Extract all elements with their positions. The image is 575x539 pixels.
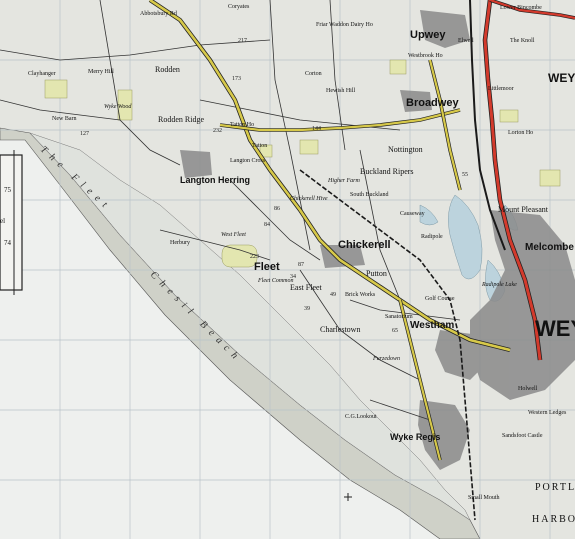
label-rodden-ridge: Rodden Ridge	[158, 115, 204, 124]
label-west-fleet: West Fleet	[221, 232, 246, 238]
label-wyke-regis: Wyke Regis	[390, 432, 440, 442]
label-friar-waddon: Friar Waddon Dairy Ho	[316, 22, 373, 28]
label-corton: Corton	[305, 71, 322, 77]
label-new-barn: New Barn	[52, 116, 77, 122]
label-holwell: Holwell	[518, 386, 538, 392]
label-coastguard: C.G.Lookout	[345, 414, 377, 420]
label-westbrook: Westbrook Ho	[408, 53, 443, 59]
grid-value-74: 74	[4, 239, 12, 247]
spot-height: 39	[304, 306, 310, 312]
label-westham: Westham	[410, 320, 454, 331]
label-east-fleet: East Fleet	[290, 283, 323, 292]
grid-value-75: 75	[4, 186, 12, 194]
label-langton-herring: Langton Herring	[180, 175, 250, 185]
label-south-buckland: South Buckland	[350, 192, 389, 198]
label-lower-bincombe: Lower Bincombe	[500, 5, 542, 11]
label-small-mouth: Small Mouth	[468, 495, 500, 501]
label-upwey: Upwey	[410, 29, 446, 41]
label-chickerell-hive: Chickerell Hive	[290, 196, 328, 202]
tick-label: el	[0, 217, 5, 225]
spot-height: 223	[250, 254, 259, 260]
label-mount-pleasant: Mount Pleasant	[498, 205, 549, 214]
label-golf-course: Golf Course	[425, 295, 455, 302]
label-causeway: Causeway	[400, 211, 425, 217]
label-weymouth: WEY	[535, 316, 575, 341]
label-tatton-ho: Tatton Ho	[230, 122, 254, 128]
spot-height: 127	[80, 131, 89, 137]
spot-height: 232	[213, 128, 222, 134]
label-broadwey: Broadwey	[406, 97, 459, 109]
spot-height: 173	[232, 76, 241, 82]
spot-height: 65	[392, 328, 398, 334]
label-coryates: Coryates	[228, 4, 250, 10]
label-melcombe-regis: Melcombe Regis	[525, 242, 575, 253]
label-brick-works: Brick Works	[345, 292, 376, 298]
spot-height: 84	[264, 222, 270, 228]
spot-height: 86	[274, 206, 280, 212]
ordnance-survey-map[interactable]: 75 74 el WEY WEY Chickerell Fleet East F…	[0, 0, 575, 539]
label-radipole: Radipole	[421, 234, 443, 240]
label-sandsfoot-castle: Sandsfoot Castle	[502, 432, 543, 439]
label-western-ledges: Western Ledges	[528, 410, 567, 416]
label-sanatorium: Sanatorium	[385, 314, 413, 320]
label-harbour: HARBOU	[532, 514, 575, 525]
spot-height: 49	[330, 292, 336, 298]
label-fleet-common: Fleet Common	[257, 278, 294, 284]
label-littlemoor: Littlemoor	[488, 86, 514, 92]
spot-height: 87	[298, 262, 304, 268]
label-portland: PORTLA	[535, 482, 575, 493]
label-merry-hill: Merry Hill	[88, 69, 114, 75]
spot-height: 217	[238, 38, 247, 44]
label-clayhanger: Clayhanger	[28, 71, 56, 77]
left-margin-legend: 75 74 el	[0, 150, 23, 295]
spot-height: 55	[462, 172, 468, 178]
label-langton-cross: Langton Cross	[230, 158, 266, 164]
label-nottington: Nottington	[388, 145, 423, 154]
label-weymouth-north: WEY	[548, 71, 575, 85]
label-buckland-ripers: Buckland Ripers	[360, 167, 414, 176]
label-the-knoll: The Knoll	[510, 38, 535, 44]
label-higher-farm: Higher Farm	[327, 178, 360, 184]
spot-height: 34	[290, 274, 296, 280]
label-hewish-hill: Hewish Hill	[326, 88, 355, 94]
label-chickerell: Chickerell	[338, 239, 391, 251]
label-radipole-lake: Radipole Lake	[481, 282, 517, 288]
label-herbury: Herbury	[170, 240, 190, 246]
label-rodden: Rodden	[155, 65, 180, 74]
spot-height: 144	[312, 126, 321, 132]
label-furzedown: Furzedown	[372, 356, 400, 362]
label-elwell: Elwell	[458, 38, 474, 44]
label-fleet: Fleet	[254, 261, 280, 273]
label-charlestown: Charlestown	[320, 325, 360, 334]
label-lorton: Lorton Ho	[508, 130, 533, 136]
label-putton: Putton	[366, 269, 387, 278]
label-wyke-wood: Wyke Wood	[104, 104, 132, 110]
label-abbotsbury-rd: Abbotsbury Rd	[140, 11, 177, 17]
label-tatton: Tatton	[252, 143, 267, 149]
